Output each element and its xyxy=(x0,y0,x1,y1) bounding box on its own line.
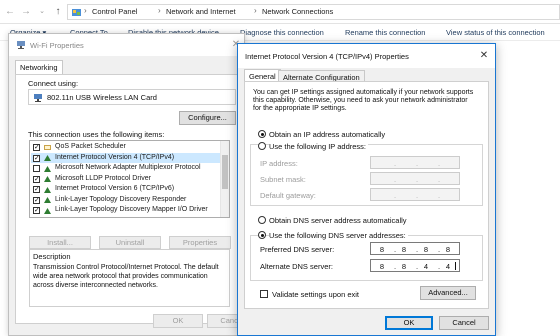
rename-command[interactable]: Rename this connection xyxy=(345,28,425,37)
obtain-ip-auto-label: Obtain an IP address automatically xyxy=(269,130,386,139)
checkbox[interactable]: ✓ xyxy=(33,175,40,183)
protocol-icon xyxy=(44,155,51,161)
use-following-ip-radio[interactable] xyxy=(258,142,266,150)
diagnose-command[interactable]: Diagnose this connection xyxy=(240,28,324,37)
wifi-titlebar: Wi-Fi Properties ✕ xyxy=(9,34,244,56)
adapter-name: 802.11n USB Wireless LAN Card xyxy=(47,93,157,102)
list-item-selected[interactable]: ✓ Internet Protocol Version 4 (TCP/IPv4) xyxy=(31,152,221,163)
checkbox[interactable]: ✓ xyxy=(33,207,40,214)
breadcrumb-control-panel[interactable]: Control Panel xyxy=(92,7,137,16)
protocol-icon xyxy=(44,165,51,172)
subnet-mask-label: Subnet mask: xyxy=(260,175,306,184)
description-line: Transmission Control Protocol/Internet P… xyxy=(33,264,219,271)
uninstall-button[interactable]: Uninstall xyxy=(99,236,161,249)
use-following-dns-radio[interactable] xyxy=(258,231,266,239)
ip-address-label: IP address: xyxy=(260,159,298,168)
checkbox[interactable] xyxy=(33,165,40,172)
use-following-ip-label: Use the following IP address: xyxy=(269,142,368,151)
breadcrumb-chevron-icon: › xyxy=(158,6,161,15)
description-line: across diverse interconnected networks. xyxy=(33,282,158,289)
list-item[interactable]: ✓ Link-Layer Topology Discovery Responde… xyxy=(31,195,221,206)
intro-line: this capability. Otherwise, you need to … xyxy=(253,97,468,104)
configure-button[interactable]: Configure... xyxy=(179,111,236,125)
description-line: wide area network protocol that provides… xyxy=(33,273,208,280)
list-scrollbar[interactable] xyxy=(220,141,229,217)
protocol-icon xyxy=(44,176,51,182)
ip-address-field[interactable]: ... xyxy=(370,156,460,169)
wifi-tab-strip: Networking xyxy=(15,60,238,74)
address-box[interactable]: › Control Panel › Network and Internet ›… xyxy=(67,4,560,20)
protocol-icon xyxy=(44,186,51,193)
default-gateway-field[interactable]: ... xyxy=(370,188,460,201)
breadcrumb-network-and-internet[interactable]: Network and Internet xyxy=(166,7,236,16)
list-item[interactable]: ✓ QoS Packet Scheduler xyxy=(31,142,221,153)
checkbox[interactable]: ✓ xyxy=(33,144,40,151)
component-label: Microsoft LLDP Protocol Driver xyxy=(55,174,151,182)
forward-arrow-icon[interactable]: → xyxy=(20,6,32,18)
component-label: QoS Packet Scheduler xyxy=(55,143,126,150)
ipv4-ok-button[interactable]: OK xyxy=(385,316,433,330)
use-following-dns-label: Use the following DNS server addresses: xyxy=(269,231,408,240)
network-adapter-icon xyxy=(17,41,25,49)
ipv4-properties-window: Internet Protocol Version 4 (TCP/IPv4) P… xyxy=(237,43,496,336)
protocol-icon xyxy=(44,197,51,203)
obtain-dns-auto-radio[interactable] xyxy=(258,216,266,224)
list-item[interactable]: ✓ Internet Protocol Version 6 (TCP/IPv6) xyxy=(31,184,221,195)
component-label: Link-Layer Topology Discovery Mapper I/O… xyxy=(55,206,208,213)
install-button[interactable]: Install... xyxy=(29,236,91,249)
obtain-dns-auto-label: Obtain DNS server address automatically xyxy=(269,216,407,225)
checkbox[interactable]: ✓ xyxy=(33,154,40,162)
wifi-title: Wi-Fi Properties xyxy=(30,41,84,50)
list-item[interactable]: ✓ Link-Layer Topology Discovery Mapper I… xyxy=(31,205,221,216)
component-label: Internet Protocol Version 6 (TCP/IPv6) xyxy=(55,185,175,192)
advanced-button[interactable]: Advanced... xyxy=(420,286,476,300)
ipv4-title: Internet Protocol Version 4 (TCP/IPv4) P… xyxy=(245,52,409,61)
validate-checkbox[interactable] xyxy=(260,290,268,298)
list-item[interactable]: ✓ Microsoft LLDP Protocol Driver xyxy=(31,174,221,185)
control-panel-icon xyxy=(72,9,81,16)
component-label: Internet Protocol Version 4 (TCP/IPv4) xyxy=(55,153,175,161)
properties-button[interactable]: Properties xyxy=(169,236,231,249)
service-icon xyxy=(44,144,51,150)
checkbox[interactable]: ✓ xyxy=(33,186,40,193)
ipv4-titlebar: Internet Protocol Version 4 (TCP/IPv4) P… xyxy=(238,44,495,68)
text-cursor xyxy=(455,262,456,270)
checkbox[interactable]: ✓ xyxy=(33,196,40,204)
obtain-ip-auto-radio[interactable] xyxy=(258,130,266,138)
preferred-dns-label: Preferred DNS server: xyxy=(260,245,335,254)
protocol-icon xyxy=(44,207,51,214)
list-item[interactable]: Microsoft Network Adapter Multiplexor Pr… xyxy=(31,163,221,174)
close-icon[interactable]: ✕ xyxy=(478,50,490,62)
view-status-command[interactable]: View status of this connection xyxy=(446,28,545,37)
default-gateway-label: Default gateway: xyxy=(260,191,316,200)
component-label: Link-Layer Topology Discovery Responder xyxy=(55,195,187,203)
back-arrow-icon[interactable]: ← xyxy=(4,6,16,18)
alternate-dns-label: Alternate DNS server: xyxy=(260,262,333,271)
adapter-field: 802.11n USB Wireless LAN Card xyxy=(28,89,236,105)
intro-line: for the appropriate IP settings. xyxy=(253,105,347,112)
component-label: Microsoft Network Adapter Multiplexor Pr… xyxy=(55,164,201,171)
component-list[interactable]: ✓ QoS Packet Scheduler ✓ Internet Protoc… xyxy=(29,140,230,218)
wifi-properties-window: Wi-Fi Properties ✕ Networking Connect us… xyxy=(8,33,257,336)
scrollbar-thumb[interactable] xyxy=(222,155,228,189)
description-label: Description xyxy=(33,252,71,261)
breadcrumb-chevron-icon: › xyxy=(84,6,87,15)
breadcrumb-chevron-icon: › xyxy=(254,6,257,15)
validate-label: Validate settings upon exit xyxy=(272,290,360,299)
alternate-dns-field[interactable]: 8. 8. 4. 4 xyxy=(370,259,460,272)
up-arrow-icon[interactable]: ↑ xyxy=(52,6,64,18)
preferred-dns-field[interactable]: 8. 8. 8. 8 xyxy=(370,242,460,255)
ipv4-cancel-button[interactable]: Cancel xyxy=(439,316,489,330)
tab-networking[interactable]: Networking xyxy=(15,60,63,74)
intro-line: You can get IP settings assigned automat… xyxy=(253,89,474,96)
items-label: This connection uses the following items… xyxy=(28,130,165,139)
recent-dropdown-icon[interactable]: ⌄ xyxy=(36,6,48,18)
breadcrumb-network-connections[interactable]: Network Connections xyxy=(262,7,333,16)
connect-using-label: Connect using: xyxy=(28,79,79,88)
network-adapter-icon xyxy=(34,94,42,102)
subnet-mask-field[interactable]: ... xyxy=(370,172,460,185)
explorer-address-bar: ← → ⌄ ↑ › Control Panel › Network and In… xyxy=(0,0,560,24)
wifi-ok-button[interactable]: OK xyxy=(153,314,203,328)
